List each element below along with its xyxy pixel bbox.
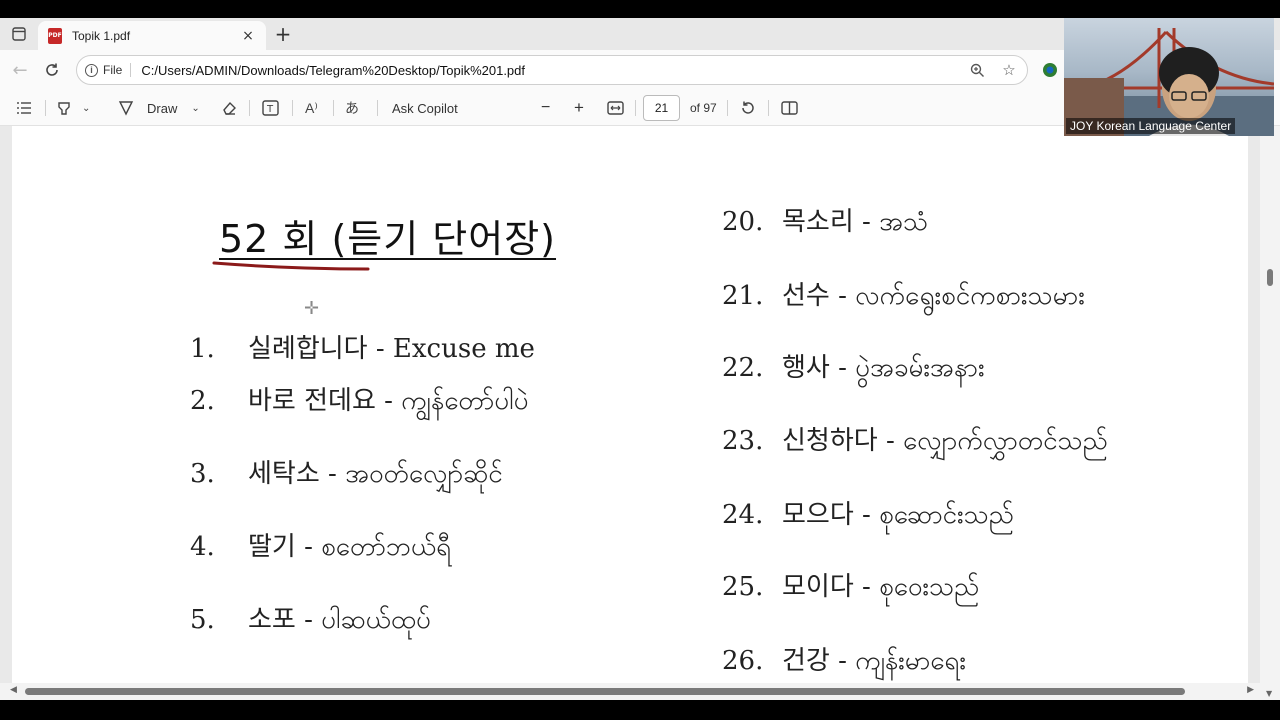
vocab-item-22: 22. 행사 - ပွဲအခမ်းအနား <box>722 353 985 383</box>
scroll-right-icon[interactable]: ▶ <box>1247 685 1254 695</box>
red-underline-annotation <box>212 261 370 271</box>
webcam-overlay: JOY Korean Language Center <box>1064 18 1274 136</box>
pdf-file-icon: PDF <box>48 27 62 44</box>
svg-text:T: T <box>266 104 274 115</box>
chevron-down-icon: ⌄ <box>82 102 91 114</box>
page-view-icon <box>781 101 798 115</box>
move-cursor-icon: ✛ <box>304 298 320 319</box>
zoom-in-button[interactable]: + <box>574 96 584 120</box>
vocab-item-3: 3. 세탁소 - အဝတ်လျှော်ဆိုင် <box>190 459 503 489</box>
url-text[interactable]: C:/Users/ADMIN/Downloads/Telegram%20Desk… <box>141 63 1027 78</box>
page-count: of 97 <box>690 101 717 115</box>
eraser-icon <box>223 101 236 115</box>
close-tab-icon[interactable]: × <box>240 28 256 44</box>
tab-actions-icon <box>12 27 26 41</box>
read-aloud-icon: A⁾ <box>305 99 318 116</box>
contents-button[interactable] <box>16 96 32 120</box>
read-aloud-button[interactable]: A⁾ <box>305 96 318 120</box>
vertical-scrollbar[interactable]: ▲ ▼ <box>1260 126 1280 700</box>
vocab-item-1: 1. 실례합니다 - Excuse me <box>190 334 535 364</box>
refresh-icon[interactable] <box>40 58 64 82</box>
rotate-button[interactable] <box>740 96 756 120</box>
translate-icon: あ <box>345 100 359 116</box>
address-bar[interactable]: i File C:/Users/ADMIN/Downloads/Telegram… <box>76 55 1028 85</box>
vocab-item-25: 25. 모이다 - စုဝေးသည် <box>722 572 980 602</box>
vocab-item-21: 21. 선수 - လက်ရွေးစင်ကစားသမား <box>722 281 1085 311</box>
tab-title: Topik 1.pdf <box>72 28 131 43</box>
highlight-button[interactable]: ⌄ <box>56 96 90 120</box>
scroll-down-icon[interactable]: ▼ <box>1266 689 1272 698</box>
vocab-item-24: 24. 모으다 - စုဆောင်းသည် <box>722 500 1014 530</box>
chevron-down-icon: ⌄ <box>191 102 200 114</box>
site-info-chip[interactable]: i File <box>85 63 132 77</box>
page-view-button[interactable] <box>781 96 798 120</box>
add-text-button[interactable]: T <box>262 96 279 120</box>
vocab-item-4: 4. 딸기 - စတော်ဘယ်ရီ <box>190 532 452 562</box>
info-icon: i <box>85 63 98 77</box>
zoom-icon[interactable] <box>967 60 987 80</box>
page-number-input[interactable]: 21 <box>643 95 680 121</box>
translate-button[interactable]: あ <box>345 96 359 120</box>
new-tab-button[interactable]: + <box>272 22 294 46</box>
rotate-icon <box>742 101 754 114</box>
highlighter-icon <box>58 102 70 115</box>
vertical-scroll-thumb[interactable] <box>1267 269 1273 286</box>
back-arrow-icon[interactable]: ← <box>8 58 32 82</box>
text-box-icon: T <box>262 100 279 116</box>
pdf-viewer: 52 회 (듣기 단어장) ✛ 1. 실례합니다 - Excuse me 2. 바로… <box>0 126 1280 700</box>
ask-copilot-button[interactable]: Ask Copilot <box>392 96 458 120</box>
favorite-star-icon[interactable]: ☆ <box>999 60 1019 80</box>
draw-button[interactable]: Draw ⌄ <box>118 96 200 120</box>
file-chip-label: File <box>103 63 123 77</box>
pen-icon <box>118 101 134 116</box>
tab-topik-pdf[interactable]: PDF Topik 1.pdf × <box>38 21 266 50</box>
zoom-out-button[interactable]: − <box>541 96 550 120</box>
extension-icon[interactable] <box>1040 60 1060 80</box>
horizontal-scrollbar[interactable]: ◀ ▶ <box>0 683 1260 700</box>
vocab-item-5: 5. 소포 - ပါဆယ်ထုပ် <box>190 605 431 635</box>
vocab-item-2: 2. 바로 전데요 - ကျွန်တော်ပါပဲ <box>190 386 529 416</box>
vocab-item-20: 20. 목소리 - အသံ <box>722 207 929 237</box>
ask-copilot-label: Ask Copilot <box>392 100 458 116</box>
fit-page-button[interactable] <box>607 96 624 120</box>
draw-label: Draw <box>147 100 178 116</box>
pdf-page: 52 회 (듣기 단어장) ✛ 1. 실례합니다 - Excuse me 2. 바로… <box>12 126 1248 700</box>
webcam-label: JOY Korean Language Center <box>1066 118 1236 134</box>
list-icon <box>17 102 31 114</box>
horizontal-scroll-thumb[interactable] <box>25 688 1185 695</box>
scroll-left-icon[interactable]: ◀ <box>10 685 17 695</box>
fit-width-icon <box>607 101 624 115</box>
erase-button[interactable] <box>221 96 237 120</box>
tab-actions-button[interactable] <box>8 24 30 44</box>
vocab-item-26: 26. 건강 - ကျန်းမာရေး <box>722 646 966 676</box>
vocab-item-23: 23. 신청하다 - လျှောက်လွှာတင်သည် <box>722 426 1108 456</box>
page-heading: 52 회 (듣기 단어장) <box>219 217 557 261</box>
